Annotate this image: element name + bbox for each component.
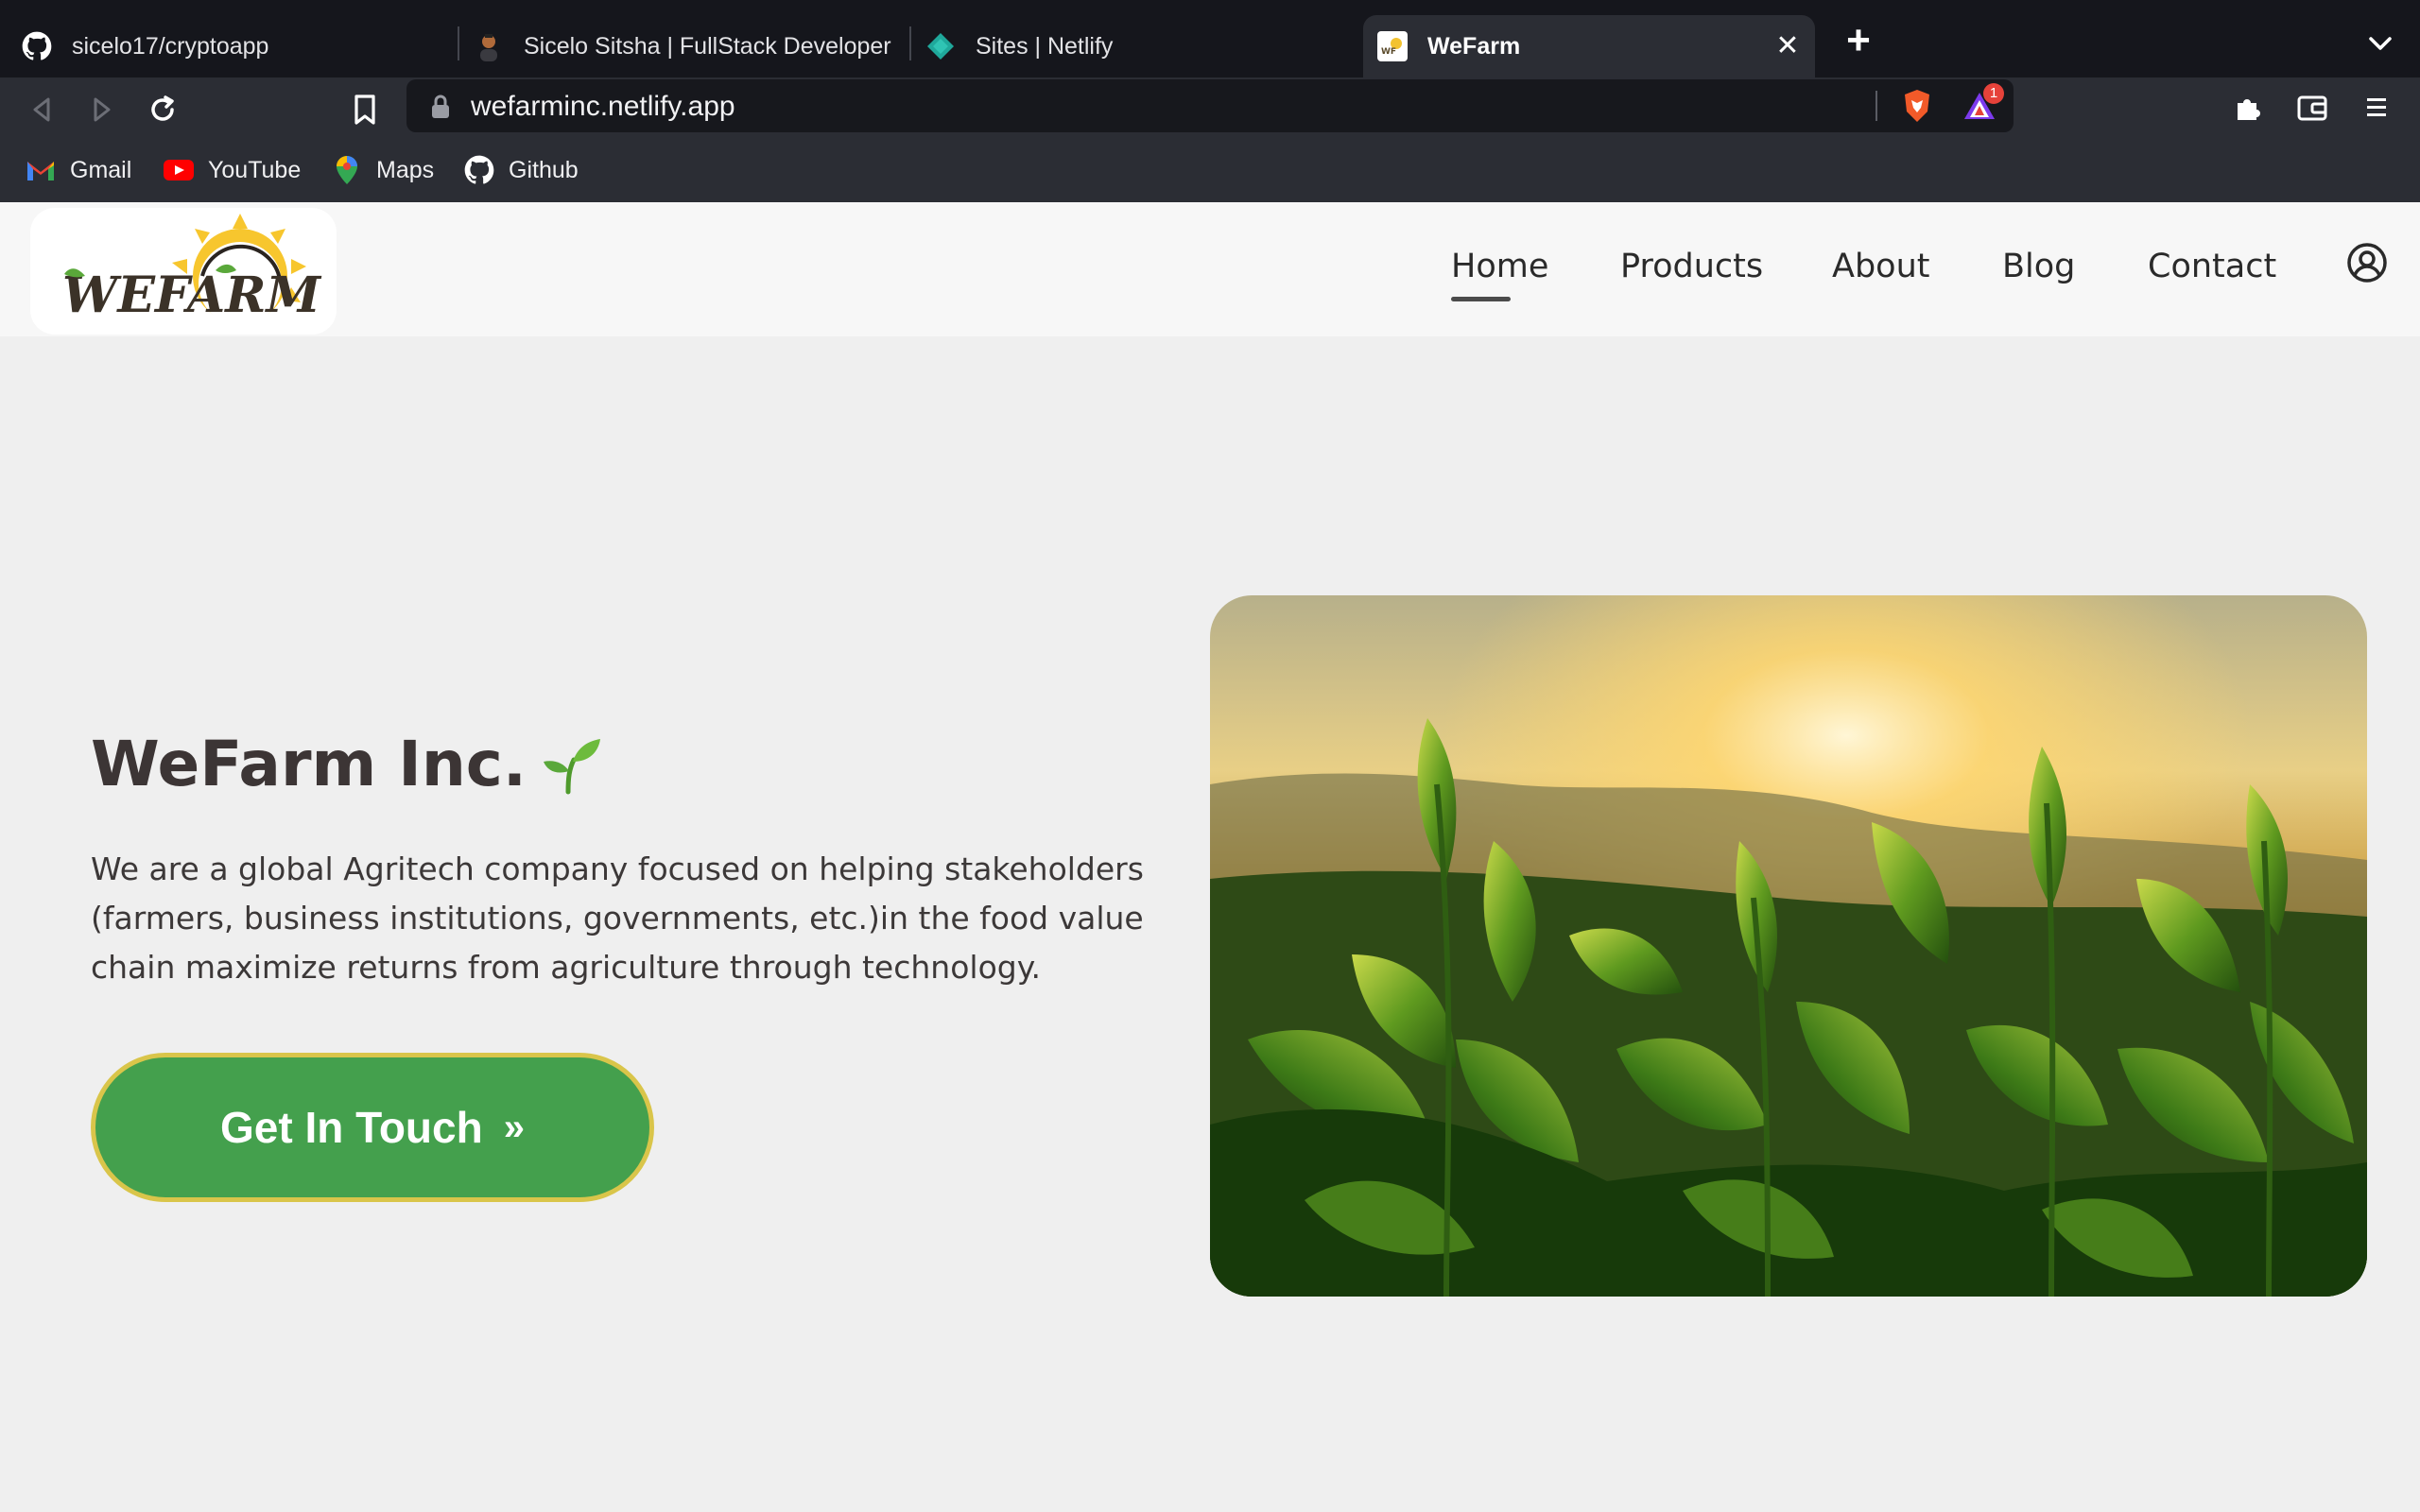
active-nav-indicator — [1451, 297, 1511, 301]
tab-cryptoapp[interactable]: sicelo17/cryptoapp — [21, 15, 456, 77]
bookmark-github[interactable]: Github — [463, 151, 579, 189]
extensions-icon[interactable] — [2227, 87, 2269, 129]
svg-text:WF: WF — [1381, 47, 1396, 57]
brave-shields-icon[interactable] — [1898, 87, 1936, 125]
bookmark-gmail[interactable]: Gmail — [25, 151, 131, 189]
netlify-icon — [925, 30, 957, 62]
bookmark-youtube[interactable]: YouTube — [163, 151, 301, 189]
profile-avatar-icon — [473, 30, 505, 62]
tab-title: sicelo17/cryptoapp — [72, 32, 269, 60]
chevron-down-icon[interactable] — [2363, 26, 2397, 60]
tab-portfolio[interactable]: Sicelo Sitsha | FullStack Developer — [473, 15, 908, 77]
bookmark-label: Maps — [376, 156, 435, 183]
hero-title-text: WeFarm Inc. — [91, 728, 527, 800]
hero-description: We are a global Agritech company focused… — [91, 850, 1144, 986]
hero-crop-field-image — [1210, 595, 2367, 1297]
nav-products[interactable]: Products — [1620, 248, 1763, 285]
lock-icon[interactable] — [429, 94, 452, 119]
back-icon[interactable] — [21, 89, 62, 130]
bookmark-label: YouTube — [208, 156, 302, 183]
bookmark-maps[interactable]: Maps — [331, 151, 434, 189]
bookmark-label: Github — [509, 156, 579, 183]
wefarm-favicon: WF — [1376, 30, 1409, 62]
tab-title: WeFarm — [1427, 32, 1521, 60]
github-icon — [21, 30, 53, 62]
wallet-icon[interactable] — [2291, 87, 2333, 129]
hero-title: WeFarm Inc. — [91, 728, 602, 800]
tab-separator — [458, 26, 459, 60]
forward-icon[interactable] — [81, 89, 123, 130]
double-chevron-right-icon: » — [503, 1106, 525, 1148]
tab-title: Sites | Netlify — [976, 32, 1114, 60]
youtube-icon — [163, 154, 195, 186]
wefarm-logo[interactable]: WEFARM — [30, 208, 337, 335]
svg-text:WEFARM: WEFARM — [62, 266, 321, 324]
address-bar[interactable]: wefarminc.netlify.app 1 — [406, 79, 2014, 132]
nav-about[interactable]: About — [1832, 248, 1929, 285]
site-header: WEFARM Home Products About Blog Contact — [0, 202, 2420, 336]
seedling-icon — [540, 733, 602, 796]
url-text[interactable]: wefarminc.netlify.app — [471, 91, 735, 123]
github-icon — [463, 154, 495, 186]
bookmark-icon[interactable] — [344, 89, 386, 130]
close-tab-icon[interactable]: ✕ — [1773, 32, 1802, 60]
new-tab-button[interactable]: + — [1840, 20, 1877, 61]
tab-title: Sicelo Sitsha | FullStack Developer — [524, 32, 891, 60]
reload-icon[interactable] — [142, 89, 183, 130]
rewards-badge: 1 — [1983, 83, 2004, 104]
menu-icon[interactable] — [2356, 87, 2397, 129]
nav-contact[interactable]: Contact — [2148, 248, 2276, 285]
bookmark-label: Gmail — [70, 156, 132, 183]
tab-netlify[interactable]: Sites | Netlify — [925, 15, 1359, 77]
get-in-touch-button[interactable]: Get In Touch » — [91, 1053, 654, 1202]
user-account-icon[interactable] — [2346, 242, 2388, 284]
brave-rewards-icon[interactable]: 1 — [1961, 83, 2004, 125]
tab-separator — [909, 26, 911, 60]
gmail-icon — [25, 154, 57, 186]
tab-wefarm[interactable]: WF WeFarm ✕ — [1363, 15, 1815, 77]
maps-icon — [331, 154, 363, 186]
browser-tab-strip: sicelo17/cryptoapp Sicelo Sitsha | FullS… — [0, 0, 2420, 77]
nav-blog[interactable]: Blog — [2002, 248, 2075, 285]
cta-label: Get In Touch — [220, 1103, 483, 1152]
divider — [1876, 91, 1877, 121]
nav-home[interactable]: Home — [1451, 248, 1548, 285]
